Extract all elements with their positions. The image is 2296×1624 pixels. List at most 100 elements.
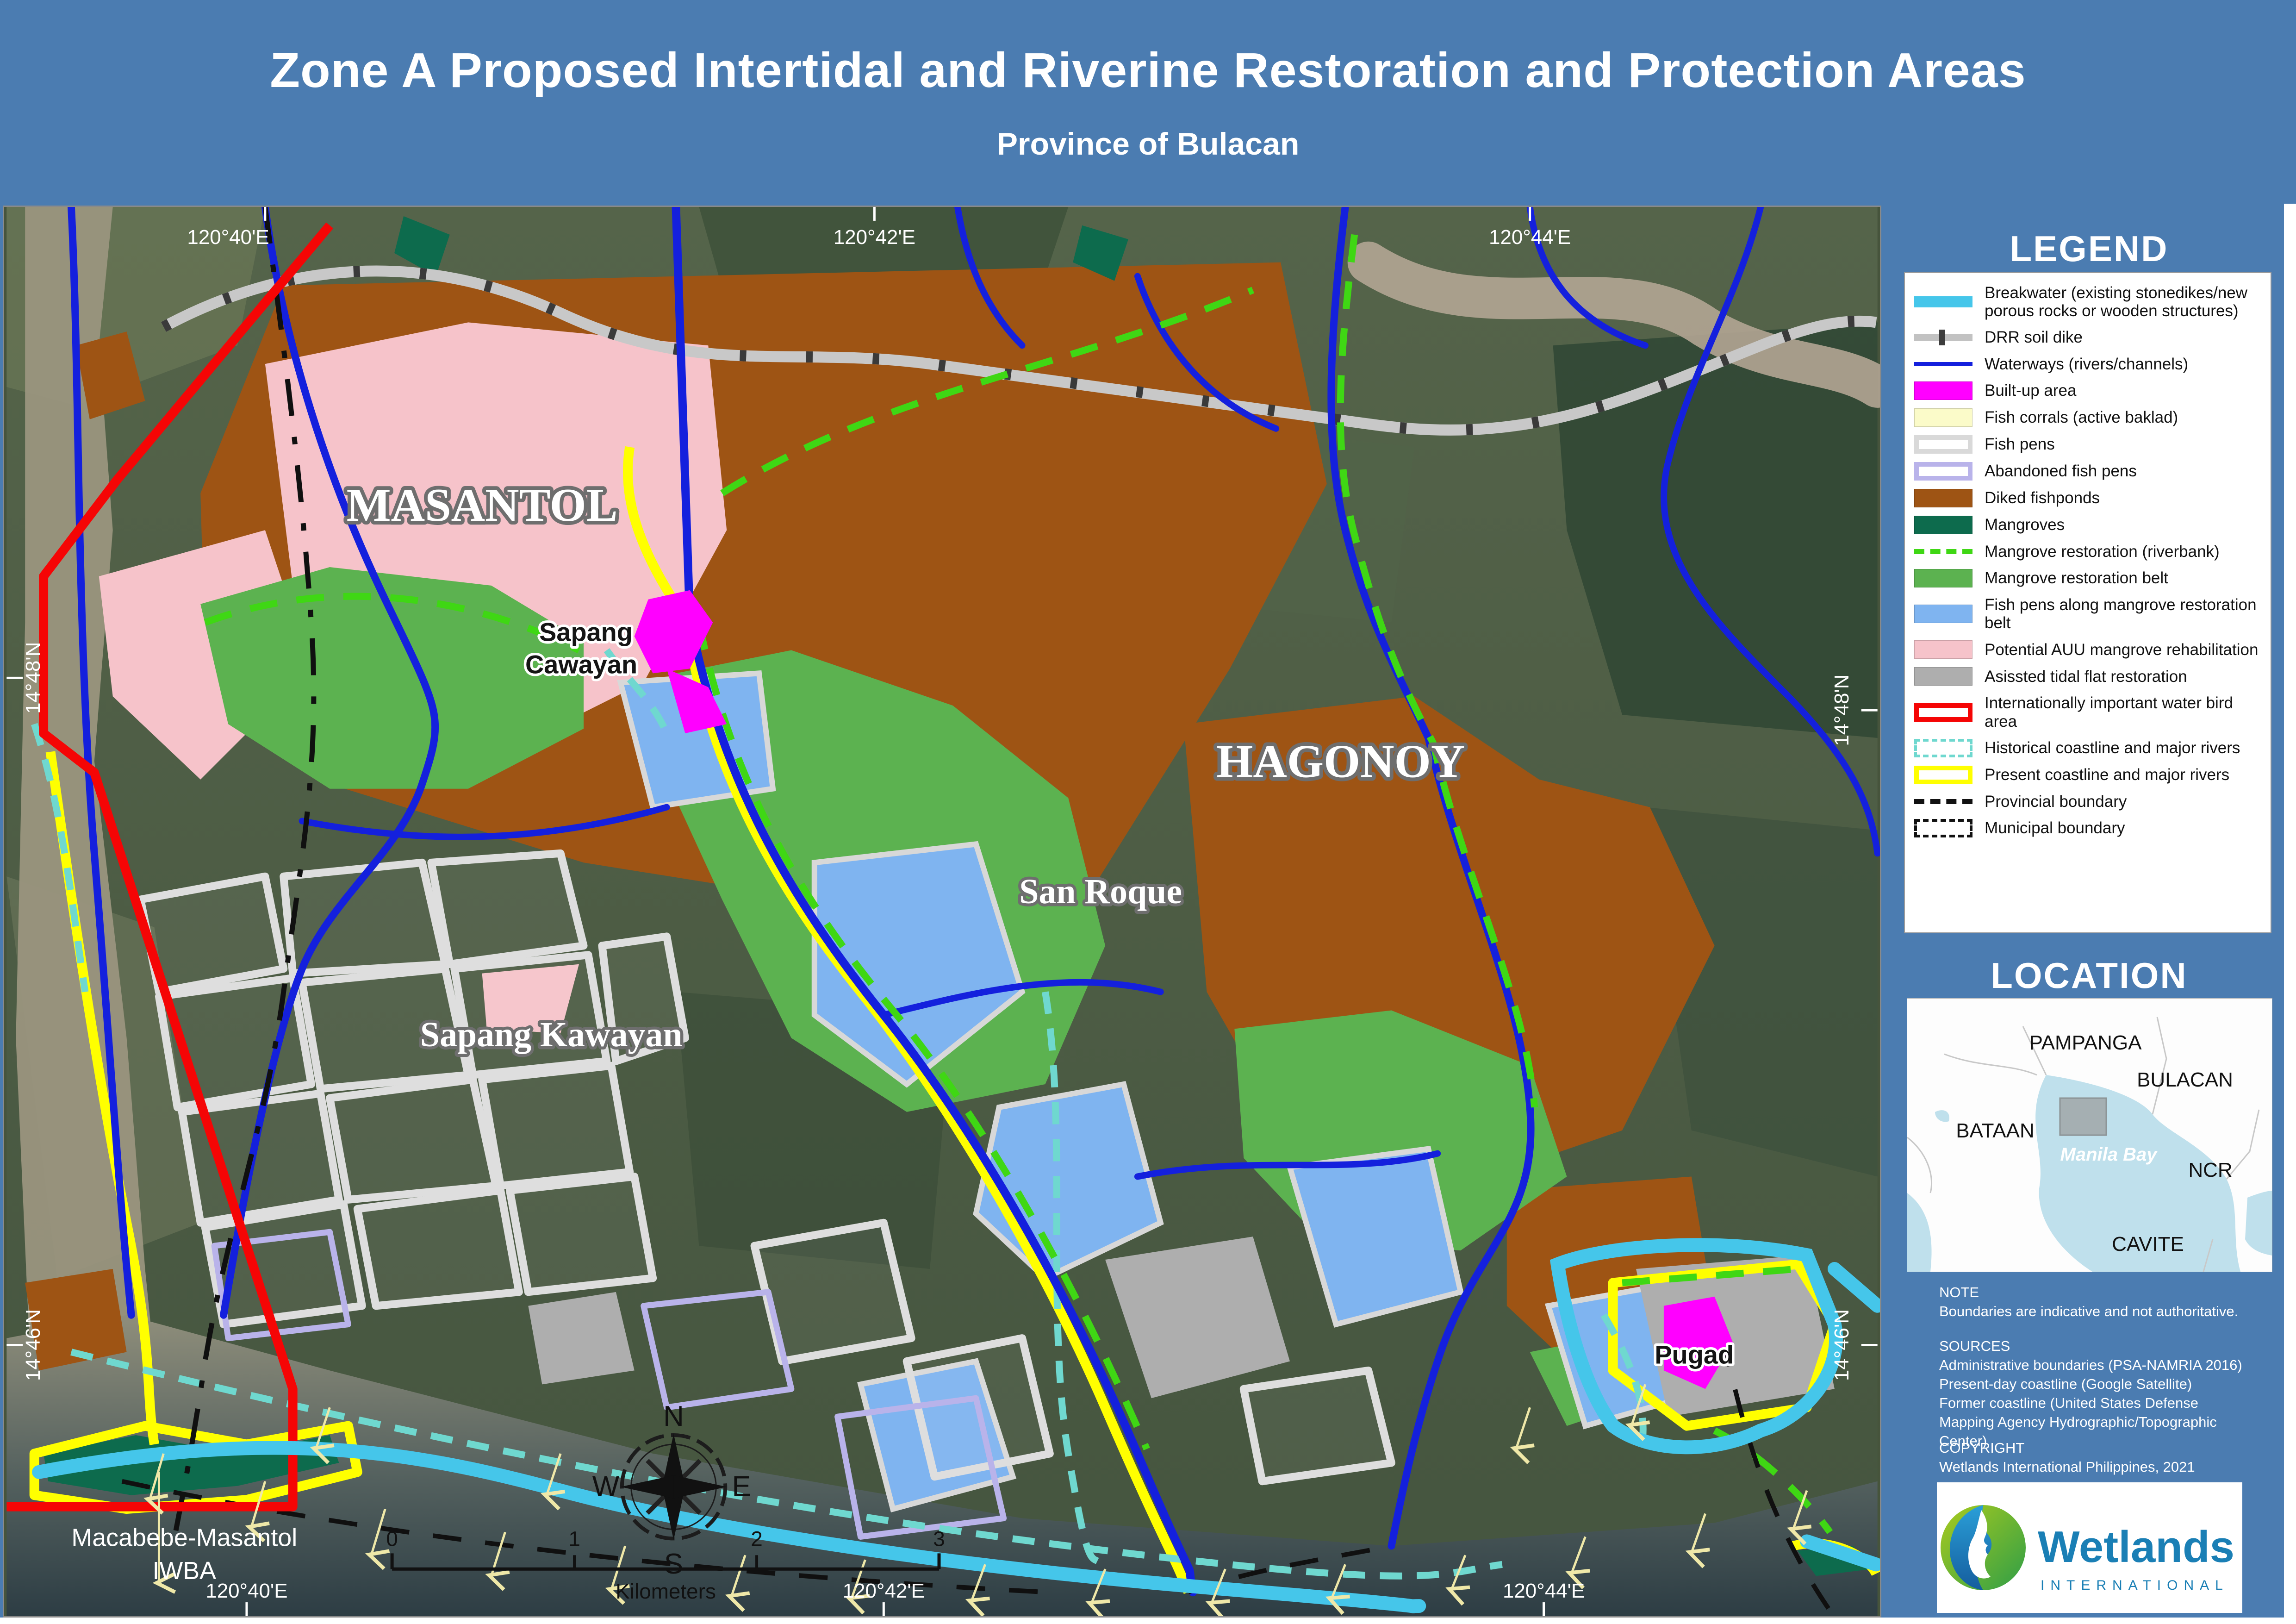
legend-swatch-fill-icon — [1914, 667, 1972, 686]
legend-swatch-fill-icon — [1914, 516, 1972, 534]
label-sapang-cawayan-1: Sapang — [539, 618, 633, 647]
legend-label: Mangrove restoration (riverbank) — [1985, 543, 2220, 561]
coord-top-e44: 120°44'E — [1489, 226, 1571, 249]
legend-item: Potential AUU mangrove rehabilitation — [1905, 636, 2271, 663]
legend-items: Breakwater (existing stonedikes/new poro… — [1905, 280, 2271, 842]
legend-swatch-fill-icon — [1914, 605, 1972, 623]
legend-swatch-dashbox-icon — [1914, 739, 1972, 757]
sources-line: Present-day coastline (Google Satellite) — [1939, 1375, 2268, 1394]
legend-item: DRR soil dike — [1905, 324, 2271, 350]
compass-s: S — [664, 1548, 683, 1580]
legend-item: Municipal boundary — [1905, 815, 2271, 842]
coord-left-n46: 14°46'N — [22, 1309, 44, 1381]
label-hagonoy: HAGONOY — [1216, 736, 1465, 788]
scale-tick-2: 2 — [751, 1526, 763, 1550]
compass-e: E — [732, 1471, 751, 1503]
coord-top-e42: 120°42'E — [834, 226, 915, 249]
inset-label-bulacan: BULACAN — [2137, 1068, 2233, 1091]
coord-right-n48: 14°48'N — [1830, 675, 1853, 746]
legend-label: Provincial boundary — [1985, 793, 2127, 811]
map-canvas[interactable]: MASANTOL HAGONOY San Roque Sapang Kawaya… — [3, 206, 1881, 1618]
legend-swatch-line-icon — [1914, 362, 1972, 366]
wetlands-logo: Wetlands INTERNATIONAL — [1937, 1482, 2242, 1613]
legend-swatch-dashbox-icon — [1914, 819, 1972, 837]
legend-item: Abandoned fish pens — [1905, 458, 2271, 485]
sources-heading: SOURCES — [1939, 1337, 2268, 1356]
legend-label: Waterways (rivers/channels) — [1985, 355, 2188, 373]
legend-item: Diked fishponds — [1905, 485, 2271, 512]
legend-item: Mangrove restoration (riverbank) — [1905, 538, 2271, 565]
label-iwba-1: Macabebe-Masantol — [71, 1524, 297, 1551]
inset-label-bataan: BATAAN — [1956, 1119, 2035, 1142]
bottom-margin — [0, 1618, 2296, 1624]
legend-label: Built-up area — [1985, 381, 2076, 400]
legend-item: Asissted tidal flat restoration — [1905, 663, 2271, 690]
legend-swatch-fill-icon — [1914, 408, 1972, 427]
page-subtitle: Province of Bulacan — [0, 126, 2296, 162]
copyright-block: COPYRIGHT Wetlands International Philipp… — [1939, 1439, 2268, 1477]
legend-box: Breakwater (existing stonedikes/new poro… — [1904, 272, 2271, 933]
legend-swatch-fill-icon — [1914, 569, 1972, 587]
legend-label: Potential AUU mangrove rehabilitation — [1985, 641, 2258, 659]
note-body: Boundaries are indicative and not author… — [1939, 1302, 2268, 1321]
legend-swatch-outline-icon — [1914, 435, 1972, 454]
legend-swatch-outline-icon — [1914, 766, 1972, 784]
compass-n: N — [663, 1400, 684, 1432]
sources-line: Former coastline (United States Defense — [1939, 1394, 2268, 1413]
map-svg: MASANTOL HAGONOY San Roque Sapang Kawaya… — [4, 207, 1880, 1616]
legend-swatch-dash-icon — [1914, 799, 1972, 804]
wetlands-logo-icon — [1941, 1505, 2026, 1590]
legend-item: Waterways (rivers/channels) — [1905, 351, 2271, 377]
legend-label: Abandoned fish pens — [1985, 462, 2137, 480]
coord-left-n48: 14°48'N — [22, 642, 44, 714]
sources-block: SOURCES Administrative boundaries (PSA-N… — [1939, 1337, 2268, 1450]
legend-item: Mangroves — [1905, 512, 2271, 538]
inset-label-cavite: CAVITE — [2112, 1233, 2184, 1255]
sources-line: Administrative boundaries (PSA-NAMRIA 20… — [1939, 1356, 2268, 1375]
legend-item: Provincial boundary — [1905, 788, 2271, 815]
legend-swatch-fill-icon — [1914, 640, 1972, 659]
page-title: Zone A Proposed Intertidal and Riverine … — [0, 43, 2296, 99]
label-masantol: MASANTOL — [347, 479, 618, 531]
location-inset-map[interactable]: PAMPANGA BULACAN BATAAN NCR CAVITE Manil… — [1907, 998, 2272, 1272]
sources-line: Mapping Agency Hydrographic/Topographic — [1939, 1413, 2268, 1432]
coord-bottom-e44: 120°44'E — [1503, 1580, 1585, 1602]
legend-label: Internationally important water bird are… — [1985, 694, 2261, 730]
legend-item: Fish pens along mangrove restoration bel… — [1905, 592, 2271, 636]
poster: Zone A Proposed Intertidal and Riverine … — [0, 0, 2296, 1624]
inset-label-pampanga: PAMPANGA — [2029, 1031, 2142, 1054]
legend-item: Historical coastline and major rivers — [1905, 735, 2271, 762]
label-pugad: Pugad — [1655, 1340, 1734, 1369]
legend-swatch-fill-icon — [1914, 381, 1972, 400]
coord-bottom-e40: 120°40'E — [205, 1580, 287, 1602]
legend-swatch-outline-icon — [1914, 462, 1972, 481]
legend-item: Built-up area — [1905, 377, 2271, 404]
legend-item: Mangrove restoration belt — [1905, 565, 2271, 592]
legend-title: LEGEND — [1895, 228, 2284, 270]
copyright-body: Wetlands International Philippines, 2021 — [1939, 1458, 2268, 1477]
location-title: LOCATION — [1895, 955, 2284, 997]
coord-right-n46: 14°46'N — [1830, 1309, 1853, 1381]
legend-label: Fish corrals (active baklad) — [1985, 408, 2178, 426]
legend-swatch-dike-icon — [1914, 334, 1972, 341]
sources-lines: Administrative boundaries (PSA-NAMRIA 20… — [1939, 1356, 2268, 1451]
legend-swatch-outline-icon — [1914, 703, 1972, 722]
legend-label: Asissted tidal flat restoration — [1985, 668, 2187, 686]
legend-item: Fish corrals (active baklad) — [1905, 404, 2271, 431]
legend-label: Present coastline and major rivers — [1985, 766, 2229, 784]
right-margin — [2284, 204, 2296, 1618]
legend-label: Fish pens — [1985, 435, 2055, 453]
legend-item: Fish pens — [1905, 431, 2271, 458]
inset-label-manila-bay: Manila Bay — [2060, 1144, 2158, 1165]
inset-highlight-box — [2060, 1098, 2106, 1135]
legend-item: Breakwater (existing stonedikes/new poro… — [1905, 280, 2271, 324]
scale-tick-0: 0 — [386, 1526, 398, 1550]
note-heading: NOTE — [1939, 1283, 2268, 1302]
inset-label-ncr: NCR — [2188, 1159, 2232, 1181]
legend-label: Mangroves — [1985, 516, 2065, 534]
logo-subtitle: INTERNATIONAL — [2041, 1578, 2229, 1593]
note-block: NOTE Boundaries are indicative and not a… — [1939, 1283, 2268, 1321]
coord-top-e40: 120°40'E — [187, 226, 269, 249]
coord-bottom-e42: 120°42'E — [843, 1580, 925, 1602]
label-san-roque: San Roque — [1019, 872, 1182, 911]
